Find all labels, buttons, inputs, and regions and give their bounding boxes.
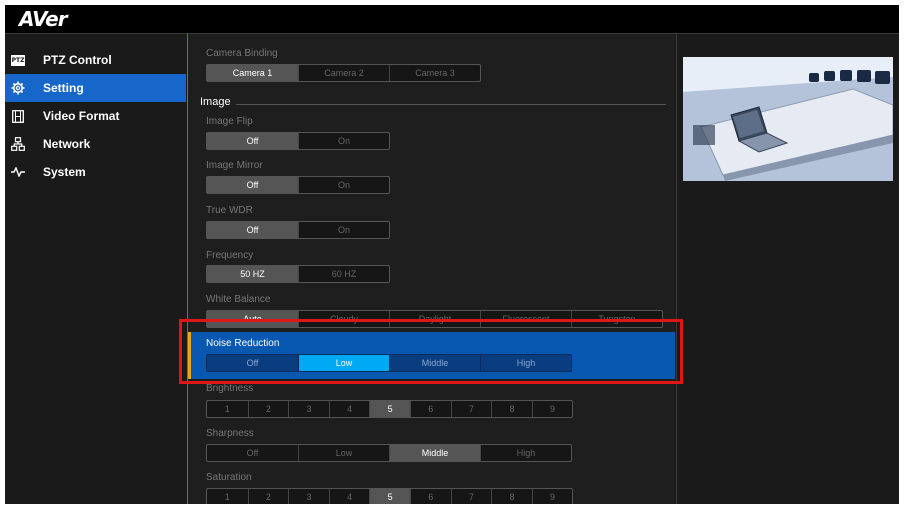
frequency-50hz-option[interactable]: 50 HZ bbox=[207, 266, 298, 282]
sharpness-selector: Off Low Middle High bbox=[206, 444, 572, 462]
sidebar-item-setting[interactable]: Setting bbox=[5, 74, 186, 102]
noise-reduction-high-option[interactable]: High bbox=[480, 355, 571, 371]
image-flip-on-option[interactable]: On bbox=[298, 133, 389, 149]
white-balance-fluorescent-option[interactable]: Fluorescent bbox=[480, 311, 571, 327]
saturation-option[interactable]: 3 bbox=[288, 489, 329, 504]
brightness-option[interactable]: 6 bbox=[409, 401, 451, 417]
brightness-option[interactable]: 2 bbox=[247, 401, 289, 417]
image-flip-toggle: Off On bbox=[206, 132, 390, 150]
sidebar-item-label: Setting bbox=[43, 81, 84, 95]
brightness-option[interactable]: 7 bbox=[450, 401, 492, 417]
saturation-option[interactable]: 7 bbox=[450, 489, 492, 504]
white-balance-selector: Auto Cloudy Daylight Fluorescent Tungste… bbox=[206, 310, 663, 328]
sharpness-middle-option[interactable]: Middle bbox=[389, 445, 480, 461]
section-divider bbox=[236, 104, 666, 105]
true-wdr-label: True WDR bbox=[206, 205, 253, 216]
sidebar: PTZ PTZ Control Setting Video Format Net… bbox=[5, 34, 188, 504]
sharpness-high-option[interactable]: High bbox=[480, 445, 571, 461]
network-icon bbox=[11, 137, 25, 151]
image-mirror-toggle: Off On bbox=[206, 176, 390, 194]
image-mirror-label: Image Mirror bbox=[206, 160, 263, 171]
noise-reduction-selector: Off Low Middle High bbox=[206, 354, 572, 372]
true-wdr-on-option[interactable]: On bbox=[298, 222, 389, 238]
image-flip-label: Image Flip bbox=[206, 116, 253, 127]
camera-2-option[interactable]: Camera 2 bbox=[298, 65, 389, 81]
pulse-icon bbox=[11, 165, 25, 179]
noise-reduction-low-option[interactable]: Low bbox=[298, 355, 389, 371]
saturation-label: Saturation bbox=[206, 472, 252, 483]
brightness-option[interactable]: 3 bbox=[288, 401, 329, 417]
noise-reduction-label: Noise Reduction bbox=[206, 338, 280, 349]
saturation-option[interactable]: 8 bbox=[491, 489, 532, 504]
brightness-option[interactable]: 9 bbox=[531, 401, 573, 417]
saturation-option[interactable]: 1 bbox=[207, 489, 248, 504]
white-balance-label: White Balance bbox=[206, 294, 271, 305]
brightness-option-selected[interactable]: 5 bbox=[369, 401, 410, 417]
sidebar-item-label: Network bbox=[43, 137, 91, 151]
true-wdr-toggle: Off On bbox=[206, 221, 390, 239]
brightness-selector: 1 2 3 4 5 6 7 8 9 bbox=[206, 400, 574, 418]
image-section-title: Image bbox=[200, 96, 231, 108]
white-balance-tungsten-option[interactable]: Tungsten bbox=[571, 311, 662, 327]
white-balance-auto-option[interactable]: Auto bbox=[207, 311, 298, 327]
camera-1-option[interactable]: Camera 1 bbox=[207, 65, 298, 81]
noise-reduction-off-option[interactable]: Off bbox=[207, 355, 298, 371]
noise-reduction-row: Noise Reduction Off Low Middle High bbox=[188, 332, 675, 379]
film-icon bbox=[11, 109, 25, 123]
preview-panel bbox=[676, 34, 899, 504]
camera-binding-selector: Camera 1 Camera 2 Camera 3 bbox=[206, 64, 481, 82]
white-balance-cloudy-option[interactable]: Cloudy bbox=[298, 311, 389, 327]
saturation-option-selected[interactable]: 5 bbox=[369, 489, 410, 504]
white-balance-daylight-option[interactable]: Daylight bbox=[389, 311, 480, 327]
sidebar-item-label: Video Format bbox=[43, 109, 120, 123]
brightness-option[interactable]: 8 bbox=[491, 401, 532, 417]
sidebar-item-system[interactable]: System bbox=[5, 158, 186, 186]
sharpness-label: Sharpness bbox=[206, 428, 254, 439]
saturation-selector: 1 2 3 4 5 6 7 8 9 bbox=[206, 488, 574, 504]
gear-icon bbox=[11, 81, 25, 95]
sidebar-item-label: PTZ Control bbox=[43, 53, 112, 67]
noise-reduction-middle-option[interactable]: Middle bbox=[389, 355, 480, 371]
active-row-accent bbox=[188, 332, 191, 379]
header-bar: AVer bbox=[5, 5, 899, 34]
sidebar-item-video-format[interactable]: Video Format bbox=[5, 102, 186, 130]
app-window: AVer PTZ PTZ Control Setting Video Forma… bbox=[5, 5, 899, 504]
camera-binding-label: Camera Binding bbox=[206, 48, 278, 59]
sharpness-off-option[interactable]: Off bbox=[207, 445, 298, 461]
sidebar-item-network[interactable]: Network bbox=[5, 130, 186, 158]
camera-preview-image bbox=[683, 57, 893, 181]
sidebar-item-label: System bbox=[43, 165, 86, 179]
camera-3-option[interactable]: Camera 3 bbox=[389, 65, 480, 81]
brightness-label: Brightness bbox=[206, 383, 254, 394]
image-mirror-off-option[interactable]: Off bbox=[207, 177, 298, 193]
image-mirror-on-option[interactable]: On bbox=[298, 177, 389, 193]
frequency-selector: 50 HZ 60 HZ bbox=[206, 265, 390, 283]
brightness-option[interactable]: 4 bbox=[328, 401, 370, 417]
frequency-label: Frequency bbox=[206, 250, 254, 261]
saturation-option[interactable]: 2 bbox=[247, 489, 289, 504]
saturation-option[interactable]: 9 bbox=[531, 489, 573, 504]
sidebar-item-ptz-control[interactable]: PTZ PTZ Control bbox=[5, 46, 186, 74]
image-flip-off-option[interactable]: Off bbox=[207, 133, 298, 149]
saturation-option[interactable]: 4 bbox=[328, 489, 370, 504]
brightness-option[interactable]: 1 bbox=[207, 401, 248, 417]
aver-logo: AVer bbox=[19, 7, 68, 31]
true-wdr-off-option[interactable]: Off bbox=[207, 222, 298, 238]
frequency-60hz-option[interactable]: 60 HZ bbox=[298, 266, 389, 282]
ptz-icon: PTZ bbox=[11, 54, 25, 66]
saturation-option[interactable]: 6 bbox=[409, 489, 451, 504]
sharpness-low-option[interactable]: Low bbox=[298, 445, 389, 461]
settings-panel: Camera Binding Camera 1 Camera 2 Camera … bbox=[188, 34, 675, 504]
